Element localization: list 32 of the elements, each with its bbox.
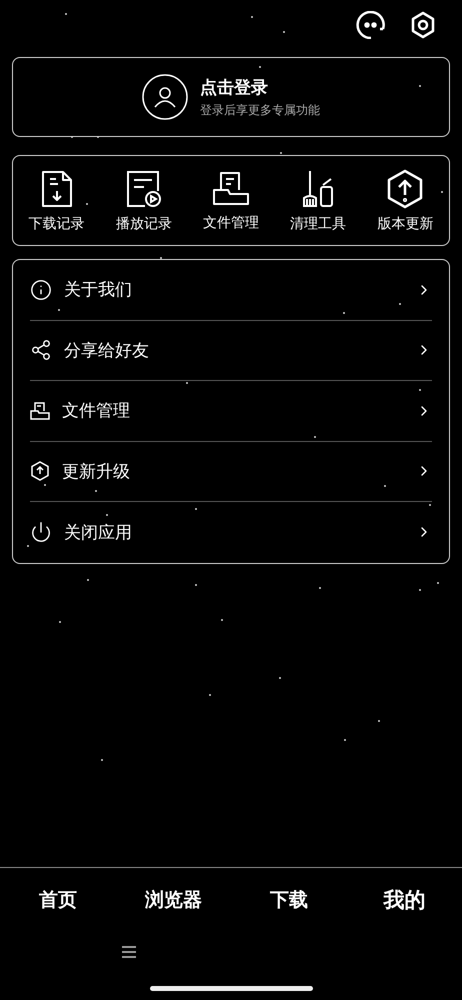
bot-face-button[interactable] <box>356 10 386 40</box>
nav-tab[interactable]: 下载 <box>270 887 308 913</box>
play-record-icon <box>124 168 163 208</box>
tool-button[interactable]: 下载记录 <box>13 168 100 232</box>
menu-item[interactable]: 更新升级 <box>30 442 432 502</box>
login-title: 点击登录 <box>200 76 269 98</box>
tool-button[interactable]: 版本更新 <box>362 168 449 232</box>
info-icon <box>30 278 52 301</box>
menu-item[interactable]: 文件管理 <box>30 381 432 442</box>
menu-item[interactable]: 分享给好友 <box>30 320 432 381</box>
download-file-icon <box>40 168 74 208</box>
settings-icon <box>410 11 436 39</box>
folder-file-icon <box>30 400 50 421</box>
user-avatar-icon <box>142 74 188 120</box>
power-icon <box>30 521 52 544</box>
nav-tab[interactable]: 首页 <box>38 887 77 913</box>
folder-file-icon <box>212 170 250 208</box>
broom-bin-icon <box>301 168 336 208</box>
share-icon <box>30 339 52 362</box>
bot-face-icon <box>356 11 386 39</box>
menu-item[interactable]: 关闭应用 <box>30 502 432 562</box>
tool-button[interactable]: 播放记录 <box>100 168 188 232</box>
tool-button[interactable]: 清理工具 <box>274 168 362 232</box>
upgrade-hexagon-icon <box>30 461 50 482</box>
menu-item[interactable]: 关于我们 <box>30 260 432 320</box>
login-card[interactable]: 点击登录 登录后享更多专属功能 <box>12 57 450 137</box>
upgrade-hexagon-icon <box>386 168 424 208</box>
nav-tab[interactable]: 我的 <box>383 886 426 914</box>
tool-button[interactable]: 文件管理 <box>187 170 275 232</box>
menu-icon[interactable] <box>121 945 137 959</box>
login-subtitle: 登录后享更多专属功能 <box>200 102 320 118</box>
nav-tab[interactable]: 浏览器 <box>144 887 202 913</box>
